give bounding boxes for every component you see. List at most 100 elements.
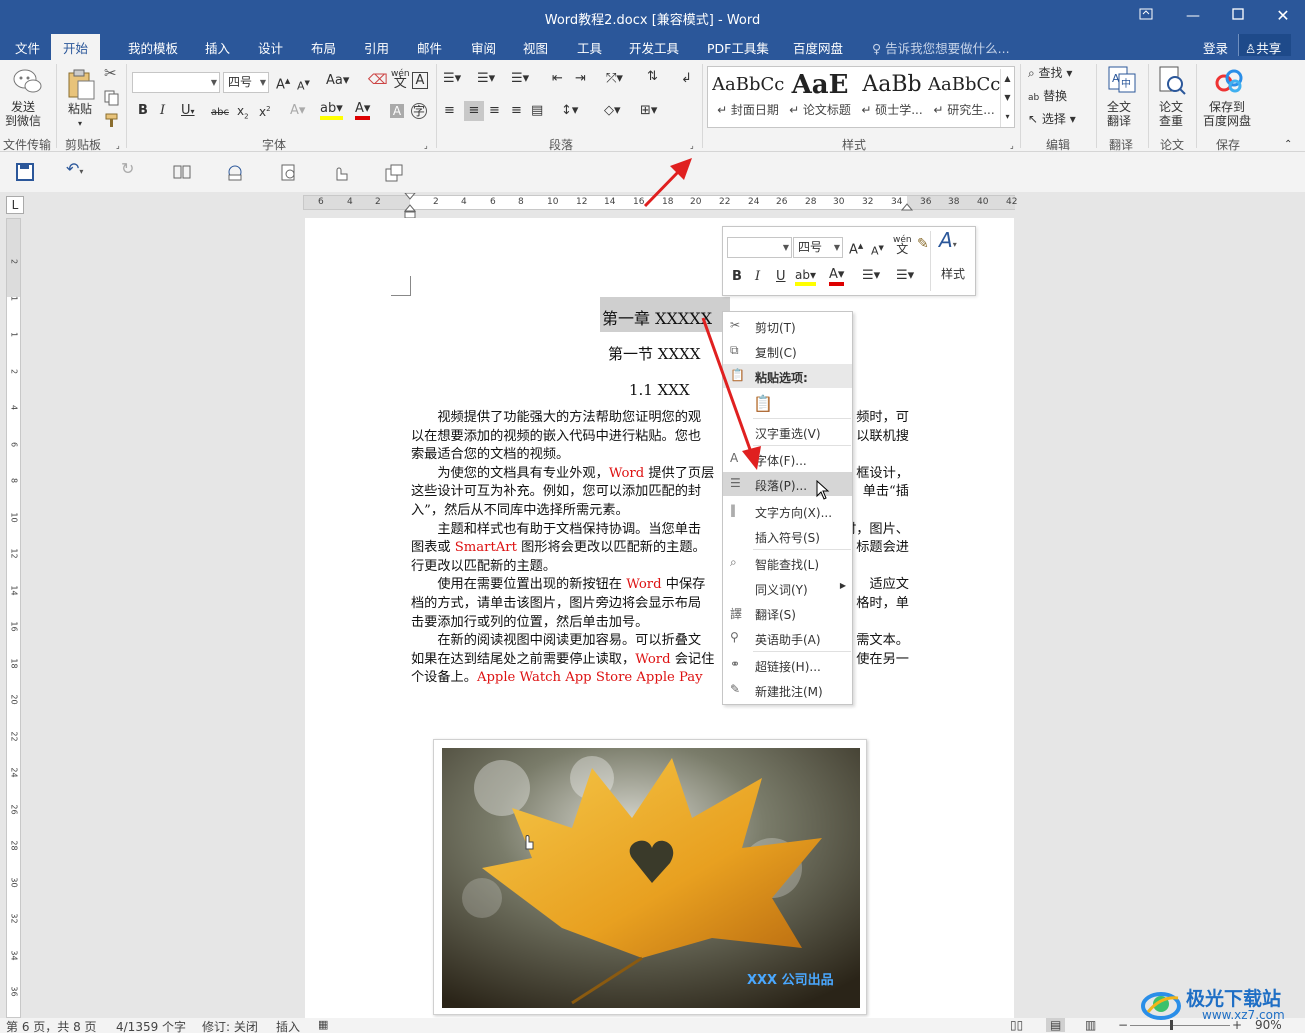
heading-1[interactable]: 第一章 XXXXX [602, 305, 712, 329]
shading-icon[interactable]: ◇▾ [604, 104, 621, 118]
horizontal-ruler[interactable]: 6 4 2 2 4 6 8 10 12 14 16 18 20 22 24 26 28 30 32 34 36 38 40 4… [303, 193, 1017, 219]
context-menu-item[interactable]: ✂ 剪切(T) [723, 314, 852, 338]
align-center-icon[interactable]: ≡ [464, 101, 484, 121]
insert-mode-status[interactable]: 插入 [276, 1018, 300, 1035]
align-right-icon[interactable]: ≡ [489, 104, 500, 118]
mini-styles-label[interactable]: 样式 [941, 267, 965, 281]
indent-marker-icon[interactable] [404, 193, 416, 219]
superscript-icon[interactable]: x2 [259, 102, 271, 119]
cut-icon[interactable]: ✂ [104, 66, 117, 81]
shrink-font-icon[interactable]: A▼ [297, 76, 310, 94]
heading-3[interactable]: 1.1 XXX [629, 381, 690, 399]
right-indent-marker-icon[interactable] [901, 202, 913, 212]
tab-11[interactable]: 开发工具 [629, 38, 679, 57]
format-painter-icon[interactable] [104, 112, 120, 128]
mini-phonetic-icon[interactable]: wén 文 [893, 236, 912, 256]
minimize-icon[interactable]: — [1181, 6, 1205, 26]
send-to-wechat-button[interactable]: 发送 到微信 [5, 100, 41, 128]
subscript-icon[interactable]: x2 [237, 104, 249, 123]
login-link[interactable]: 登录 [1203, 38, 1228, 57]
customize-qat-icon[interactable] [385, 164, 403, 182]
italic-icon[interactable]: I [160, 104, 165, 118]
print-preview-icon[interactable] [280, 164, 298, 182]
paste-dropdown-icon[interactable]: ▾ [78, 117, 82, 131]
find-button[interactable]: ⌕ 查找 ▾ [1028, 66, 1072, 80]
tab-6[interactable]: 引用 [364, 38, 389, 57]
underline-icon[interactable]: U▾ [181, 104, 195, 119]
mini-font-size-combo[interactable]: 四号 ▼ [793, 237, 843, 258]
save-icon[interactable] [16, 163, 34, 181]
tab-5[interactable]: 布局 [311, 38, 336, 57]
tab-13[interactable]: 百度网盘 [793, 38, 843, 57]
vertical-ruler[interactable]: 2112468101214161820222426283032343638 [6, 218, 21, 1033]
tab-7[interactable]: 邮件 [417, 38, 442, 57]
line-spacing-icon[interactable]: ↕▾ [561, 104, 578, 118]
tab-3[interactable]: 插入 [205, 38, 230, 57]
maximize-icon[interactable] [1226, 6, 1250, 26]
full-translate-button[interactable]: 全文 翻译 [1107, 100, 1131, 128]
bold-icon[interactable]: B [138, 104, 148, 118]
style-item[interactable]: AaBbCc ↵ 封面日期 [712, 69, 784, 125]
context-menu-item[interactable]: ✎ 新建批注(M) [723, 678, 852, 702]
style-item[interactable]: AaBbCc ↵ 研究生... [928, 69, 1000, 125]
read-view-icon[interactable]: ▯▯ [1010, 1018, 1023, 1032]
grow-font-icon[interactable]: A▲ [276, 74, 290, 92]
tab-1[interactable]: 开始 [51, 34, 101, 60]
tab-8[interactable]: 审阅 [471, 38, 496, 57]
highlight-icon[interactable]: ab▾ [320, 102, 343, 120]
styles-scroll-icon[interactable]: ▲ ▼ ▾ [1000, 69, 1014, 127]
context-menu-item[interactable]: A 字体(F)... [723, 447, 852, 471]
word-count[interactable]: 4/1359 个字 [116, 1018, 186, 1035]
web-layout-icon[interactable] [226, 164, 244, 182]
mini-grow-font-icon[interactable]: A▲ [849, 239, 863, 257]
close-icon[interactable]: ✕ [1271, 6, 1295, 26]
style-item[interactable]: AaBb ↵ 硕士学... [856, 69, 928, 125]
decrease-indent-icon[interactable]: ⇤ [552, 72, 563, 86]
char-shading-icon[interactable]: A [390, 104, 404, 118]
styles-dialog-launcher-icon[interactable]: ⌟ [1010, 139, 1014, 153]
share-button[interactable]: ♙共享 [1238, 34, 1292, 56]
font-dialog-launcher-icon[interactable]: ⌟ [424, 139, 428, 153]
print-layout-icon[interactable]: ▤ [1046, 1018, 1066, 1032]
zoom-out-icon[interactable]: − [1118, 1018, 1128, 1032]
macro-record-icon[interactable]: ▦ [318, 1018, 328, 1031]
touch-mode-icon[interactable] [332, 164, 350, 182]
font-size-combo[interactable]: 四号 ▼ [223, 72, 269, 93]
web-view-icon[interactable]: ▥ [1085, 1018, 1096, 1032]
mini-underline-icon[interactable]: U [776, 270, 786, 284]
read-mode-icon[interactable] [173, 165, 191, 179]
context-menu-item[interactable]: ⌕ 智能查找(L) [723, 551, 852, 575]
context-menu-item[interactable]: 📋 [723, 390, 852, 418]
borders-icon[interactable]: ⊞▾ [640, 104, 657, 118]
context-menu-item[interactable]: 插入符号(S) [723, 524, 852, 548]
distributed-icon[interactable]: ▤ [531, 104, 543, 118]
change-case-icon[interactable]: Aa▾ [326, 74, 349, 88]
track-changes-status[interactable]: 修订: 关闭 [202, 1018, 258, 1035]
context-menu-item[interactable]: 譯翻译(S) [723, 601, 852, 625]
style-item[interactable]: AaE ↵ 论文标题 [784, 69, 856, 125]
context-menu-item[interactable]: 同义词(Y) ▶ [723, 576, 852, 600]
enclose-char-icon[interactable]: 字 [411, 103, 427, 119]
paper-check-button[interactable]: 论文 查重 [1159, 100, 1183, 128]
mini-italic-icon[interactable]: I [755, 270, 760, 284]
mini-numbering-icon[interactable]: ☰▾ [896, 269, 914, 283]
tell-me-box[interactable]: ♀ 告诉我您想要做什么... [872, 38, 1010, 57]
justify-icon[interactable]: ≡ [511, 104, 522, 118]
sort-icon[interactable]: ⇅ [647, 70, 658, 84]
mini-bullets-icon[interactable]: ☰▾ [862, 269, 880, 283]
collapse-ribbon-icon[interactable]: ⌃ [1284, 138, 1292, 152]
strikethrough-icon[interactable]: abc [211, 106, 229, 120]
context-menu-item[interactable]: ‖ 文字方向(X)... [723, 499, 852, 523]
context-menu-item[interactable]: ☰ 段落(P)... [723, 472, 852, 496]
context-menu-item[interactable]: ⚲ 英语助手(A) [723, 626, 852, 650]
bullets-icon[interactable]: ☰▾ [443, 72, 461, 86]
mini-highlight-icon[interactable]: ab▾ [795, 268, 816, 286]
paste-button[interactable]: 粘贴 [68, 102, 92, 116]
copy-icon[interactable] [104, 90, 120, 106]
numbering-icon[interactable]: ☰▾ [477, 72, 495, 86]
tab-10[interactable]: 工具 [577, 38, 602, 57]
context-menu-item[interactable]: 汉字重选(V) [723, 420, 852, 444]
context-menu-item[interactable]: ⚭ 超链接(H)... [723, 653, 852, 677]
tab-9[interactable]: 视图 [523, 38, 548, 57]
undo-icon[interactable]: ↶▾ [66, 161, 83, 179]
